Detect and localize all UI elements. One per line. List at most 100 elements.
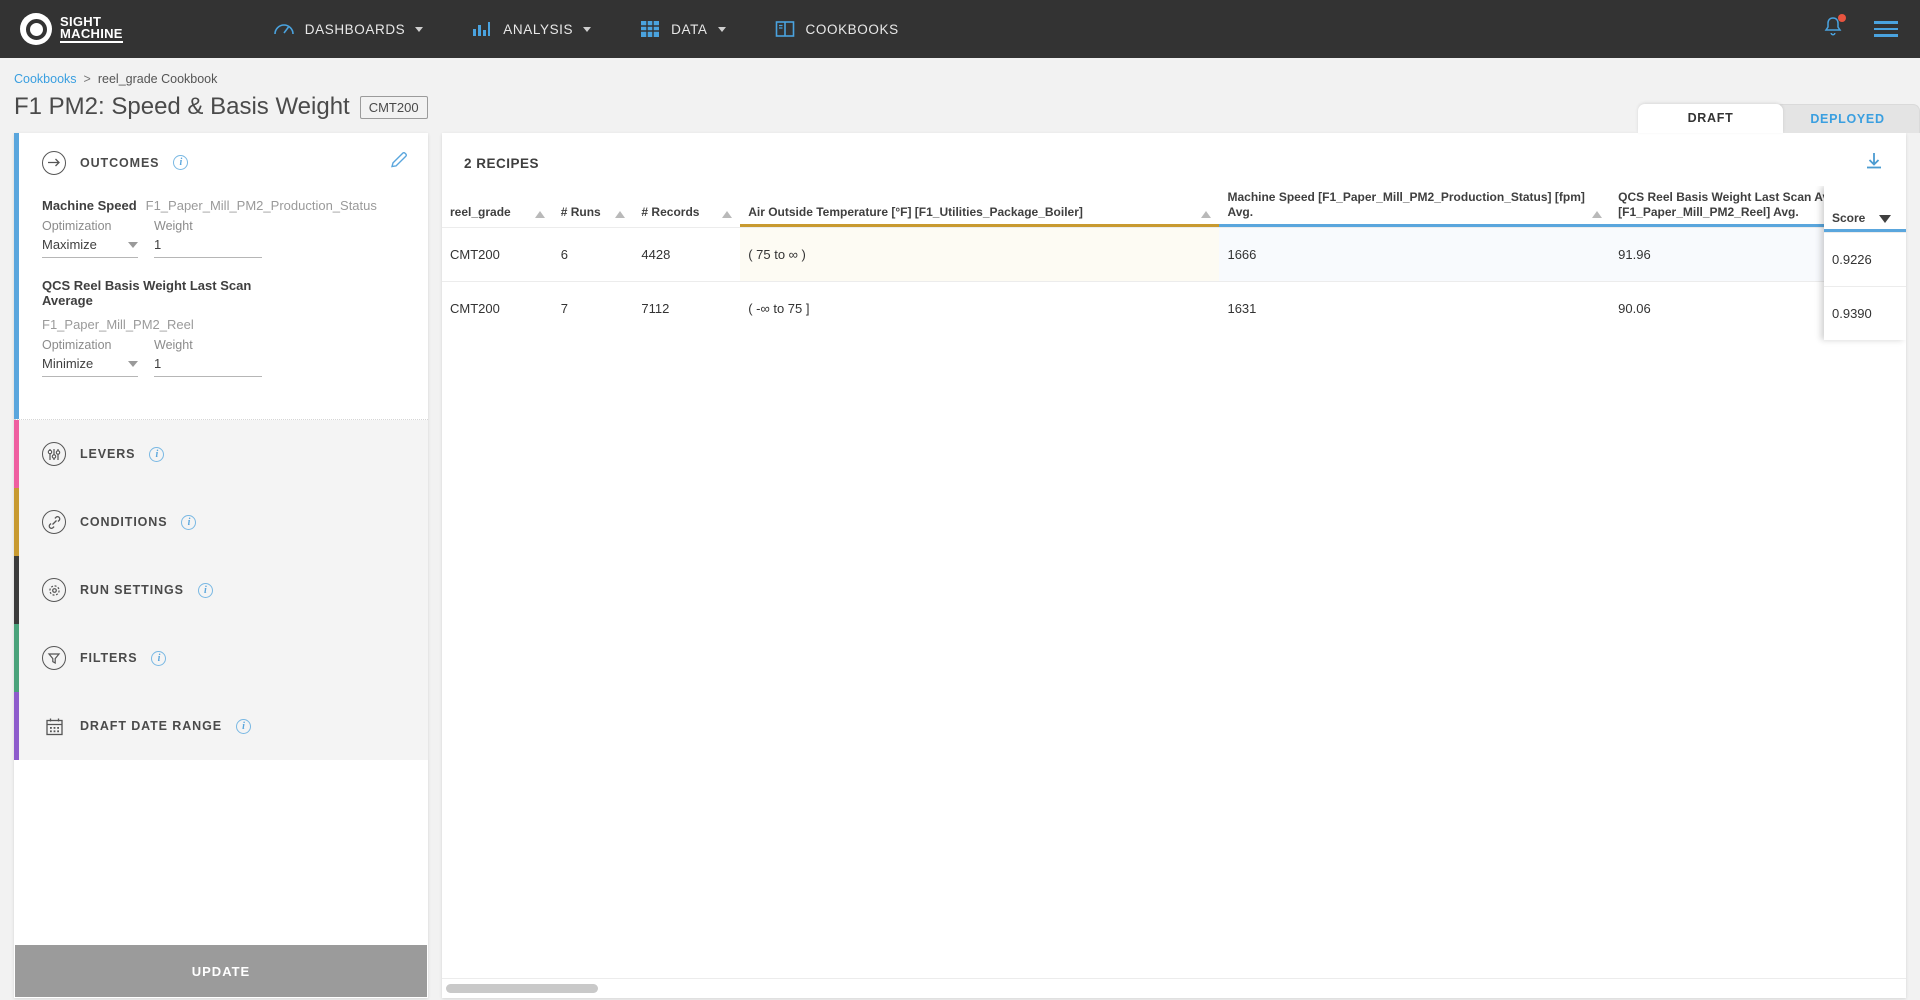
outcome-header: QCS Reel Basis Weight Last Scan Average …	[42, 278, 400, 332]
info-icon[interactable]: i	[173, 155, 189, 170]
info-icon[interactable]: i	[235, 718, 251, 734]
sidebar-item-run-settings[interactable]: RUN SETTINGS i	[14, 556, 428, 624]
sort-ascending-icon[interactable]	[615, 211, 626, 218]
download-icon[interactable]	[1864, 151, 1884, 176]
gear-circle-icon	[42, 578, 66, 602]
column-label: Machine Speed [F1_Paper_Mill_PM2_Product…	[1227, 190, 1585, 219]
sidebar-item-filters[interactable]: FILTERS i	[14, 624, 428, 692]
optimization-select[interactable]: Minimize	[42, 356, 138, 377]
sidebar-section-label: DRAFT DATE RANGE	[80, 719, 222, 733]
nav-item-data[interactable]: DATA	[639, 19, 726, 39]
bar-chart-icon	[471, 19, 493, 39]
sidebar-section-levers: LEVERS i	[14, 420, 428, 488]
hamburger-menu-icon[interactable]	[1874, 21, 1898, 37]
scrollbar-track[interactable]	[446, 984, 1902, 993]
chevron-down-icon[interactable]	[415, 26, 424, 32]
breadcrumb: Cookbooks > reel_grade Cookbook	[14, 72, 1920, 86]
column-label: # Records	[641, 205, 700, 219]
optimization-select[interactable]: Maximize	[42, 237, 138, 258]
nav-item-dashboards[interactable]: DASHBOARDS	[273, 19, 424, 39]
weight-field: Weight 1	[154, 219, 262, 258]
menu-line	[1874, 34, 1898, 37]
update-button[interactable]: UPDATE	[15, 945, 427, 997]
page-title: F1 PM2: Speed & Basis Weight	[14, 93, 350, 120]
column-header-score[interactable]: Score	[1824, 186, 1906, 232]
arrow-right-circle-icon	[42, 150, 66, 175]
outcome-source: F1_Paper_Mill_PM2_Reel	[42, 317, 194, 332]
tab-draft[interactable]: DRAFT	[1638, 104, 1783, 133]
sidebar-item-outcomes[interactable]: OUTCOMES i	[14, 133, 428, 192]
weight-field: Weight 1	[154, 338, 262, 377]
menu-line	[1874, 21, 1898, 24]
nav-item-analysis[interactable]: ANALYSIS	[471, 19, 592, 39]
outcome-item: QCS Reel Basis Weight Last Scan Average …	[42, 278, 400, 377]
sort-descending-icon[interactable]	[1879, 215, 1892, 223]
weight-input[interactable]: 1	[154, 237, 262, 258]
info-icon[interactable]: i	[197, 582, 213, 598]
outcome-fields: Optimization Maximize Weight 1	[42, 219, 400, 258]
table-row[interactable]: CMT200 7 7112 ( -∞ to 75 ] 1631 90.06 4.…	[442, 281, 1906, 335]
cell-runs: 7	[552, 281, 634, 335]
cell-machine-speed: 1666	[1219, 227, 1611, 282]
sort-ascending-icon[interactable]	[534, 211, 545, 218]
section-accent-bar	[14, 556, 19, 624]
column-header-runs[interactable]: # Runs	[553, 186, 634, 228]
sidebar-item-conditions[interactable]: CONDITIONS i	[14, 488, 428, 556]
breadcrumb-separator: >	[83, 72, 91, 86]
grade-tag-badge: CMT200	[359, 95, 428, 119]
optimization-field: Optimization Maximize	[42, 219, 138, 258]
outcome-header: Machine Speed F1_Paper_Mill_PM2_Producti…	[42, 198, 400, 213]
section-accent-bar	[14, 488, 19, 556]
table-row[interactable]: CMT200 6 4428 ( 75 to ∞ ) 1666 91.96 5.6…	[442, 227, 1906, 282]
sidebar-section-label: RUN SETTINGS	[80, 583, 184, 597]
nav-label: DASHBOARDS	[304, 21, 406, 37]
sort-ascending-icon[interactable]	[722, 211, 733, 218]
page-header: Cookbooks > reel_grade Cookbook F1 PM2: …	[0, 58, 1920, 133]
draft-deployed-tabs: DRAFT DEPLOYED	[1638, 104, 1920, 133]
weight-input[interactable]: 1	[154, 356, 262, 377]
sidebar-section-run-settings: RUN SETTINGS i	[14, 556, 428, 624]
notifications-button[interactable]	[1822, 14, 1846, 43]
recipes-panel: 2 RECIPES reel_grade # Runs # Records Ai…	[442, 133, 1906, 998]
column-header-machine-speed[interactable]: Machine Speed [F1_Paper_Mill_PM2_Product…	[1219, 186, 1610, 228]
horizontal-scrollbar[interactable]	[442, 978, 1906, 998]
cookbook-sidebar: OUTCOMES i Machine Speed F1_Paper_Mill_P…	[14, 133, 428, 998]
column-header-records[interactable]: # Records	[633, 186, 740, 228]
chevron-down-icon[interactable]	[583, 26, 592, 32]
info-icon[interactable]: i	[151, 650, 167, 666]
sliders-circle-icon	[42, 442, 66, 466]
tab-deployed[interactable]: DEPLOYED	[1775, 104, 1920, 133]
breadcrumb-root-link[interactable]: Cookbooks	[14, 72, 77, 86]
cell-air-outside-temperature: ( 75 to ∞ )	[740, 227, 1220, 282]
recipes-panel-header: 2 RECIPES	[442, 133, 1906, 186]
cell-reel-grade: CMT200	[442, 281, 553, 335]
column-label: Score	[1832, 211, 1866, 225]
recipes-count-label: 2 RECIPES	[464, 156, 540, 171]
outcomes-list: Machine Speed F1_Paper_Mill_PM2_Producti…	[14, 192, 428, 419]
scrollbar-thumb[interactable]	[446, 984, 598, 993]
column-header-reel-grade[interactable]: reel_grade	[442, 186, 553, 228]
sidebar-item-draft-date-range[interactable]: DRAFT DATE RANGE i	[14, 692, 428, 760]
sidebar-item-levers[interactable]: LEVERS i	[14, 420, 428, 488]
sidebar-section-label: LEVERS	[80, 447, 136, 461]
menu-line	[1874, 27, 1898, 31]
section-accent-bar	[14, 692, 19, 760]
app-logo[interactable]: SIGHT MACHINE	[20, 13, 123, 45]
nav-label: DATA	[671, 21, 708, 37]
info-icon[interactable]: i	[149, 446, 165, 462]
optimization-field: Optimization Minimize	[42, 338, 138, 377]
primary-nav-items: DASHBOARDS ANALYSIS DATA COOKBOOKS	[273, 19, 899, 39]
sort-ascending-icon[interactable]	[1201, 211, 1212, 218]
pinned-score-column: Score 0.9226 0.9390	[1824, 186, 1906, 340]
calendar-icon	[42, 714, 66, 738]
info-icon[interactable]: i	[181, 514, 197, 530]
nav-item-cookbooks[interactable]: COOKBOOKS	[774, 19, 899, 39]
sort-ascending-icon[interactable]	[1592, 211, 1603, 218]
chevron-down-icon[interactable]	[717, 26, 726, 32]
optimization-value: Minimize	[42, 356, 94, 371]
sidebar-section-label: OUTCOMES	[80, 155, 160, 170]
column-header-air-outside-temperature[interactable]: Air Outside Temperature [°F] [F1_Utiliti…	[740, 186, 1219, 228]
edit-outcomes-pencil-icon[interactable]	[388, 149, 410, 176]
top-navigation-bar: SIGHT MACHINE DASHBOARDS ANALYSIS DATA C…	[0, 0, 1920, 58]
table-header: reel_grade # Runs # Records Air Outside …	[442, 186, 1906, 228]
